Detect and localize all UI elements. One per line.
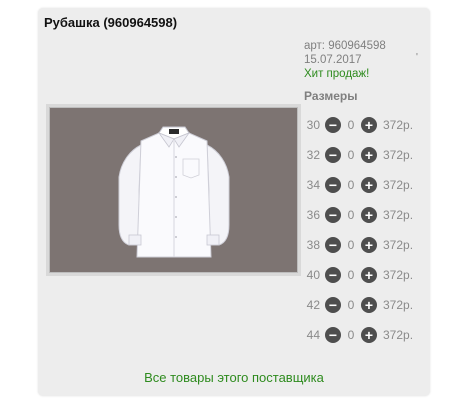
plus-icon[interactable]: + <box>361 267 377 283</box>
product-meta: арт: 960964598 15.07.2017 Хит продаж! <box>304 39 386 81</box>
plus-icon[interactable]: + <box>361 207 377 223</box>
size-row: 34 − 0 + 372р. <box>300 170 425 200</box>
plus-icon[interactable]: + <box>361 147 377 163</box>
size-label: 34 <box>306 178 320 192</box>
plus-icon[interactable]: + <box>361 237 377 253</box>
quantity-value: 0 <box>347 148 355 162</box>
quantity-value: 0 <box>347 298 355 312</box>
sizes-list: 30 − 0 + 372р. 32 − 0 + 372р. 34 − 0 + 3… <box>300 110 425 350</box>
tick-mark: ' <box>416 52 418 63</box>
product-card: Рубашка (960964598) арт: 960964598 15.07… <box>38 8 430 396</box>
minus-icon[interactable]: − <box>325 177 341 193</box>
size-row: 30 − 0 + 372р. <box>300 110 425 140</box>
size-label: 36 <box>306 208 320 222</box>
size-label: 44 <box>306 328 320 342</box>
size-price: 372р. <box>383 178 414 192</box>
size-row: 42 − 0 + 372р. <box>300 290 425 320</box>
size-price: 372р. <box>383 238 414 252</box>
size-label: 42 <box>306 298 320 312</box>
size-row: 36 − 0 + 372р. <box>300 200 425 230</box>
quantity-value: 0 <box>347 268 355 282</box>
minus-icon[interactable]: − <box>325 117 341 133</box>
minus-icon[interactable]: − <box>325 297 341 313</box>
size-price: 372р. <box>383 118 414 132</box>
product-date: 15.07.2017 <box>304 54 362 66</box>
minus-icon[interactable]: − <box>325 237 341 253</box>
product-title: Рубашка (960964598) <box>44 15 178 30</box>
size-label: 32 <box>306 148 320 162</box>
minus-icon[interactable]: − <box>325 267 341 283</box>
size-label: 40 <box>306 268 320 282</box>
shirt-image <box>118 126 230 258</box>
size-row: 40 − 0 + 372р. <box>300 260 425 290</box>
minus-icon[interactable]: − <box>325 327 341 343</box>
minus-icon[interactable]: − <box>325 147 341 163</box>
plus-icon[interactable]: + <box>361 327 377 343</box>
size-price: 372р. <box>383 208 414 222</box>
quantity-value: 0 <box>347 178 355 192</box>
quantity-value: 0 <box>347 238 355 252</box>
size-price: 372р. <box>383 148 414 162</box>
size-label: 38 <box>306 238 320 252</box>
size-price: 372р. <box>383 298 414 312</box>
size-label: 30 <box>306 118 320 132</box>
plus-icon[interactable]: + <box>361 177 377 193</box>
supplier-products-link[interactable]: Все товары этого поставщика <box>38 370 430 385</box>
size-row: 38 − 0 + 372р. <box>300 230 425 260</box>
sizes-heading: Размеры <box>304 89 358 103</box>
quantity-value: 0 <box>347 328 355 342</box>
size-price: 372р. <box>383 328 414 342</box>
plus-icon[interactable]: + <box>361 117 377 133</box>
size-row: 44 − 0 + 372р. <box>300 320 425 350</box>
minus-icon[interactable]: − <box>325 207 341 223</box>
quantity-value: 0 <box>347 118 355 132</box>
size-price: 372р. <box>383 268 414 282</box>
plus-icon[interactable]: + <box>361 297 377 313</box>
bestseller-badge: Хит продаж! <box>304 68 370 80</box>
product-image[interactable] <box>46 104 301 276</box>
product-article: арт: 960964598 <box>304 40 386 52</box>
quantity-value: 0 <box>347 208 355 222</box>
size-row: 32 − 0 + 372р. <box>300 140 425 170</box>
